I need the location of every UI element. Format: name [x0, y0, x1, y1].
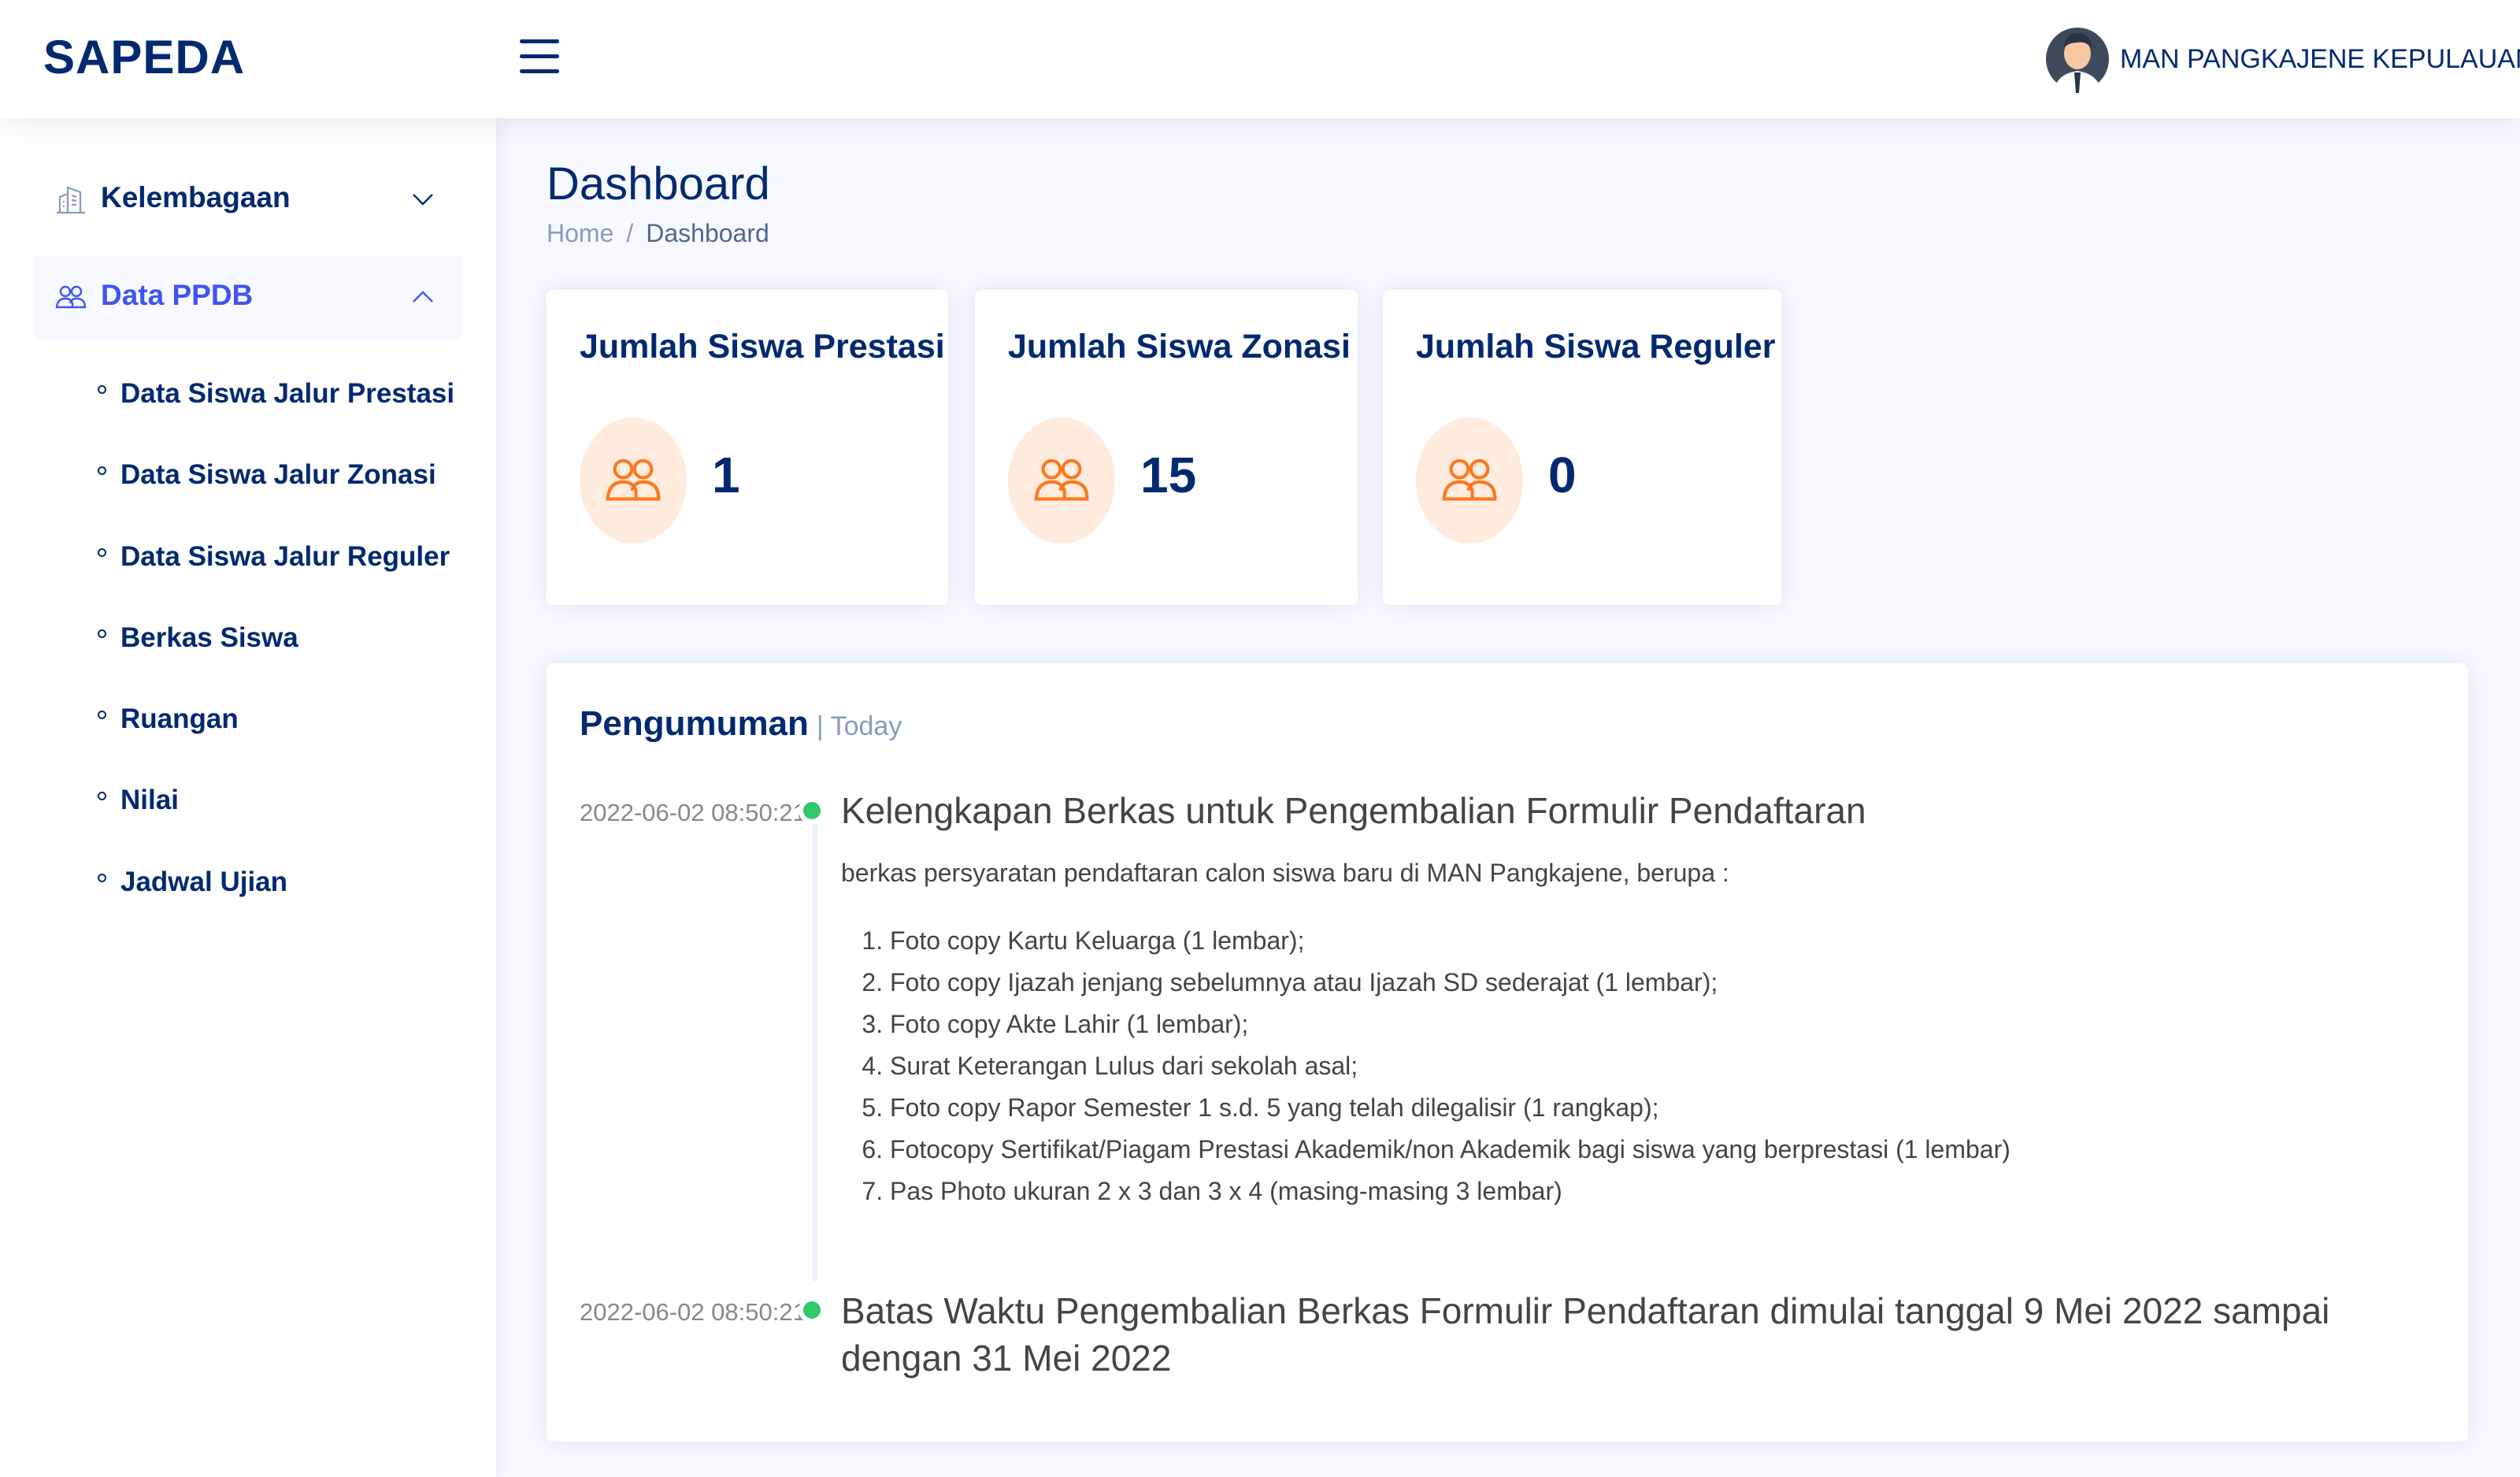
users-icon — [55, 285, 87, 309]
sidebar-item-label: Kelembagaan — [101, 181, 291, 213]
announcement-requirements-list: Foto copy Kartu Keluarga (1 lembar); Fot… — [841, 920, 2010, 1212]
list-item: Fotocopy Sertifikat/Piagam Prestasi Akad… — [890, 1129, 2010, 1171]
card-icon-circle — [580, 417, 687, 544]
users-icon — [1442, 458, 1497, 501]
sidebar: Kelembagaan Data PPDB Data Siswa Jalur P… — [0, 118, 496, 1477]
announcements-title: Pengumuman | Today — [580, 704, 902, 744]
circle-icon — [98, 873, 106, 882]
circle-icon — [98, 466, 106, 475]
sidebar-item-data-ppdb[interactable]: Data PPDB — [33, 255, 463, 340]
announcements-title-text: Pengumuman — [580, 704, 809, 743]
circle-icon — [98, 791, 106, 800]
card-title: Jumlah Siswa Prestasi — [580, 328, 945, 366]
building-icon — [57, 186, 85, 214]
list-item: Pas Photo ukuran 2 x 3 dan 3 x 4 (masing… — [890, 1171, 2010, 1212]
sidebar-subitem-label: Ruangan — [120, 703, 239, 734]
sidebar-subitem-data-siswa-jalur-prestasi[interactable]: Data Siswa Jalur Prestasi — [98, 370, 454, 417]
list-item: Foto copy Akte Lahir (1 lembar); — [890, 1004, 2010, 1045]
card-title: Jumlah Siswa Zonasi — [1008, 328, 1351, 366]
circle-icon — [98, 629, 106, 638]
page-title: Dashboard — [547, 158, 770, 210]
users-icon — [606, 458, 661, 501]
announcements-subtitle: | Today — [816, 711, 902, 741]
announcement-heading: Kelengkapan Berkas untuk Pengembalian Fo… — [841, 790, 1866, 831]
list-item: Foto copy Rapor Semester 1 s.d. 5 yang t… — [890, 1087, 2010, 1129]
circle-icon — [98, 710, 106, 719]
card-jumlah-siswa-prestasi: Jumlah Siswa Prestasi 1 — [547, 290, 948, 605]
circle-icon — [98, 547, 106, 557]
menu-toggle-button[interactable] — [520, 39, 559, 79]
card-jumlah-siswa-zonasi: Jumlah Siswa Zonasi 15 — [975, 290, 1358, 605]
card-icon-circle — [1008, 417, 1115, 544]
sidebar-subitem-label: Berkas Siswa — [120, 622, 298, 653]
timeline-time: 2022-06-02 08:50:21 — [580, 1298, 806, 1326]
timeline-dot-icon — [803, 802, 821, 819]
hamburger-line — [520, 54, 559, 58]
profile-name: MAN PANGKAJENE KEPULAUAN — [2120, 43, 2520, 74]
sidebar-subitem-label: Data Siswa Jalur Prestasi — [120, 378, 455, 409]
sidebar-subitem-nilai[interactable]: Nilai — [98, 777, 179, 824]
sidebar-subitem-data-siswa-jalur-zonasi[interactable]: Data Siswa Jalur Zonasi — [98, 451, 436, 499]
sidebar-subitem-label: Data Siswa Jalur Zonasi — [120, 459, 436, 490]
timeline-dot-icon — [803, 1301, 821, 1319]
card-jumlah-siswa-reguler: Jumlah Siswa Reguler 0 — [1383, 290, 1781, 605]
users-icon — [1034, 458, 1089, 501]
announcement-body: berkas persyaratan pendaftaran calon sis… — [841, 859, 1729, 887]
breadcrumb-home-link[interactable]: Home — [547, 219, 613, 248]
breadcrumb-separator: / — [626, 219, 634, 247]
circle-icon — [98, 384, 106, 394]
sidebar-item-kelembagaan[interactable]: Kelembagaan — [33, 158, 463, 243]
sidebar-subitem-ruangan[interactable]: Ruangan — [98, 696, 239, 743]
hamburger-line — [520, 69, 559, 73]
card-value: 1 — [712, 447, 740, 503]
announcements-card: Pengumuman | Today 2022-06-02 08:50:21 Ke… — [547, 663, 2468, 1442]
card-value: 0 — [1548, 447, 1577, 503]
sidebar-subitem-label: Jadwal Ujian — [120, 867, 288, 897]
announcement-heading: Batas Waktu Pengembalian Berkas Formulir… — [841, 1290, 2330, 1379]
sidebar-subitem-label: Nilai — [120, 785, 179, 815]
sidebar-item-label: Data PPDB — [101, 279, 254, 311]
card-title: Jumlah Siswa Reguler — [1416, 328, 1776, 366]
chevron-up-icon — [413, 291, 433, 302]
profile-dropdown[interactable]: MAN PANGKAJENE KEPULAUAN — [2046, 22, 2520, 96]
brand-logo[interactable]: SAPEDA — [43, 30, 245, 84]
sidebar-subitem-jadwal-ujian[interactable]: Jadwal Ujian — [98, 859, 287, 906]
list-item: Foto copy Ijazah jenjang sebelumnya atau… — [890, 962, 2010, 1004]
chevron-down-icon — [413, 194, 433, 206]
hamburger-line — [520, 39, 559, 43]
list-item: Surat Keterangan Lulus dari sekolah asal… — [890, 1045, 2010, 1087]
avatar-icon — [2046, 28, 2109, 93]
sidebar-subitem-label: Data Siswa Jalur Reguler — [120, 541, 450, 572]
header: SAPEDA MAN PANGKAJENE KEPULAUAN — [0, 0, 2520, 118]
sidebar-subitem-berkas-siswa[interactable]: Berkas Siswa — [98, 614, 298, 662]
breadcrumb-current: Dashboard — [646, 219, 769, 247]
list-item: Foto copy Kartu Keluarga (1 lembar); — [890, 920, 2010, 962]
sidebar-subitem-data-siswa-jalur-reguler[interactable]: Data Siswa Jalur Reguler — [98, 533, 450, 581]
timeline-time: 2022-06-02 08:50:21 — [580, 799, 806, 826]
card-value: 15 — [1140, 447, 1197, 503]
breadcrumb: Home / Dashboard — [547, 219, 769, 248]
card-icon-circle — [1416, 417, 1523, 544]
timeline-line — [813, 808, 817, 1281]
